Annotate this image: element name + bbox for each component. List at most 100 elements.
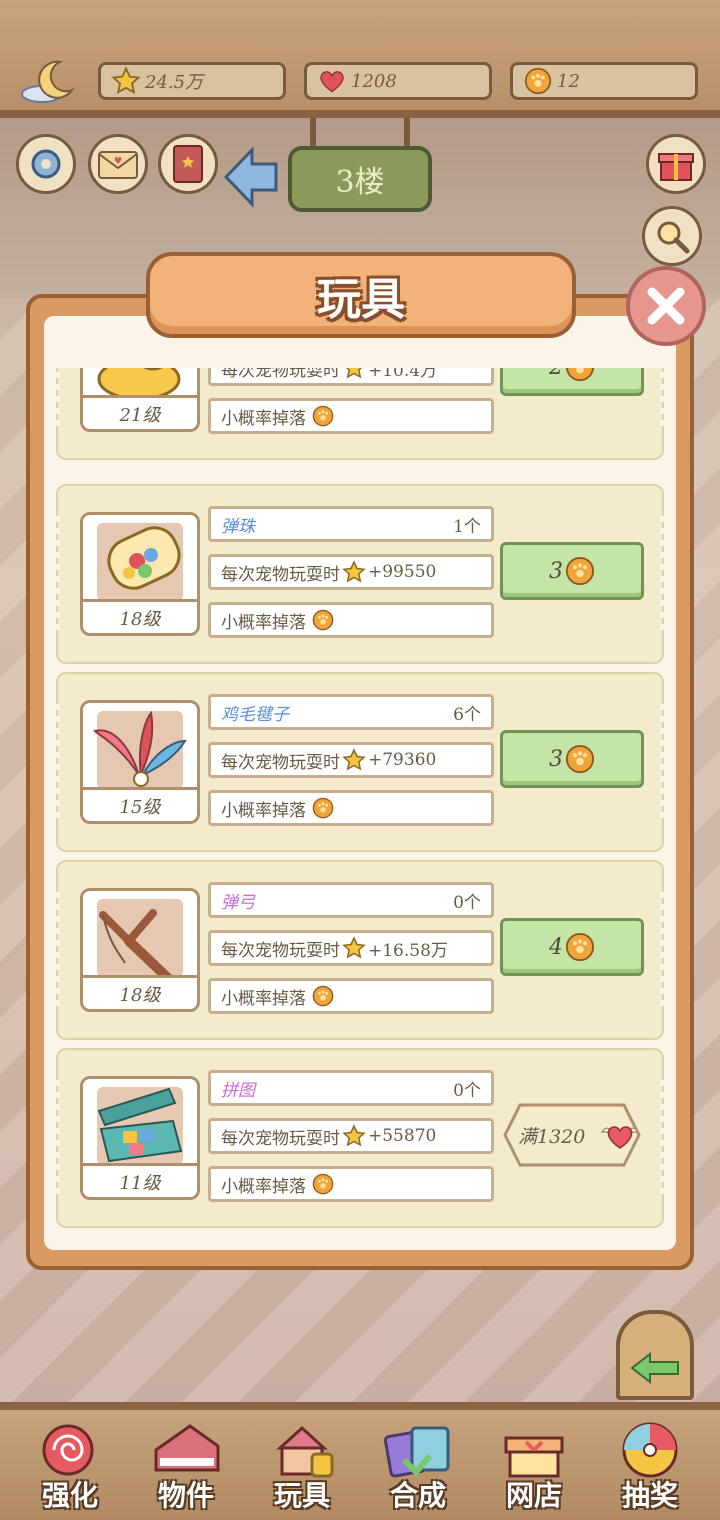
- buy-price: 3: [549, 746, 563, 772]
- nav-item-shop[interactable]: 网店: [484, 1420, 584, 1516]
- paw-coin-icon: [565, 932, 595, 962]
- buy-button[interactable]: 2: [500, 368, 644, 396]
- paw-coin-icon: [312, 405, 334, 427]
- effect-value: +99550: [368, 562, 437, 582]
- nav-label: 物件: [157, 1479, 214, 1512]
- toy-name: 弹弓: [221, 892, 255, 913]
- close-icon: [647, 287, 685, 325]
- buy-button[interactable]: 3: [500, 730, 644, 788]
- nav-item-toys[interactable]: 玩具: [252, 1420, 352, 1516]
- magnifier-button[interactable]: [642, 206, 702, 266]
- toy-name-row: 鸡毛毽子 6个: [208, 694, 494, 730]
- modal-title: 玩具: [317, 274, 405, 325]
- envelope-icon: [98, 151, 138, 179]
- effect-value: +16.58万: [368, 940, 448, 961]
- toy-name: 拼图: [221, 1080, 255, 1101]
- toy-house-icon: [276, 1425, 334, 1478]
- arrow-left-icon[interactable]: [222, 146, 280, 208]
- heart-icon: [317, 66, 347, 96]
- toy-card: 18级 弹弓 0个 每次宠物玩耍时 +16.58万 小概率掉落 4: [54, 860, 666, 1040]
- toy-card: 18级 弹珠 1个 每次宠物玩耍时 +99550 小概率掉落 3: [54, 484, 666, 664]
- paw-coin-icon: [565, 744, 595, 774]
- modal-title-banner: 玩具: [146, 252, 576, 338]
- toy-drop: 小概率掉落: [208, 978, 494, 1014]
- book-icon: [173, 145, 203, 183]
- star-icon: [342, 936, 366, 959]
- toy-effect: 每次宠物玩耍时 +55870: [208, 1118, 494, 1154]
- effect-prefix: 每次宠物玩耍时: [221, 940, 340, 961]
- floor-sign: 3楼: [288, 146, 432, 212]
- shop-icon: [504, 1436, 564, 1478]
- stars-counter: 24.5万: [98, 62, 286, 100]
- toy-thumbnail: 21级: [80, 368, 200, 432]
- unlock-requirement-label: 满1320: [518, 1126, 586, 1148]
- toy-thumbnail: 15级: [80, 700, 200, 824]
- toy-card: 15级 鸡毛毽子 6个 每次宠物玩耍时 +79360 小概率掉落 3: [54, 672, 666, 852]
- gear-icon: [31, 149, 61, 179]
- effect-prefix: 每次宠物玩耍时: [221, 752, 340, 773]
- mail-button[interactable]: [88, 134, 148, 194]
- drop-label: 小概率掉落: [221, 988, 306, 1009]
- moon-icon: [21, 60, 75, 103]
- toy-effect: 每次宠物玩耍时 +99550: [208, 554, 494, 590]
- unlock-requirement-button[interactable]: 满1320: [502, 1102, 642, 1168]
- cards-icon: [383, 1426, 450, 1478]
- paw-coin-icon: [312, 985, 334, 1007]
- drop-label: 小概率掉落: [221, 800, 306, 821]
- toy-level: 21级: [83, 395, 197, 429]
- book-button[interactable]: [158, 134, 218, 194]
- toy-effect: 每次宠物玩耍时 +79360: [208, 742, 494, 778]
- stars-value: 24.5万: [145, 72, 204, 93]
- paw-coin-icon: [565, 556, 595, 586]
- marbles-icon: [107, 526, 181, 590]
- puzzle-box-icon: [97, 1087, 183, 1163]
- toy-level: 15级: [83, 787, 197, 821]
- slingshot-icon: [99, 909, 176, 983]
- buy-button[interactable]: 4: [500, 918, 644, 976]
- paw-coin-icon: [565, 368, 595, 382]
- settings-button[interactable]: [16, 134, 76, 194]
- toy-card: 11级 拼图 0个 每次宠物玩耍时 +55870 小概率掉落 满1320: [54, 1048, 666, 1228]
- toy-thumbnail: 18级: [80, 512, 200, 636]
- exit-door-button[interactable]: [616, 1310, 694, 1400]
- gift-button[interactable]: [646, 134, 706, 194]
- toy-level: 11级: [83, 1163, 197, 1197]
- nav-item-furniture[interactable]: 物件: [136, 1420, 236, 1516]
- toy-count: 6个: [453, 704, 481, 725]
- piano-icon: [154, 1424, 220, 1472]
- nav-item-merge[interactable]: 合成: [368, 1420, 468, 1516]
- nav-label: 合成: [389, 1479, 446, 1512]
- toy-count: 0个: [453, 1080, 481, 1101]
- star-icon: [111, 66, 141, 96]
- nav-item-enhance[interactable]: 强化: [20, 1420, 120, 1516]
- toy-name: 鸡毛毽子: [221, 704, 289, 725]
- toy-name-row: 弹珠 1个: [208, 506, 494, 542]
- star-icon: [345, 368, 363, 379]
- gift-icon: [658, 153, 694, 181]
- toy-drop: 小概率掉落: [208, 602, 494, 638]
- toy-name-row: 拼图 0个: [208, 1070, 494, 1106]
- winged-heart-icon: [600, 1126, 640, 1149]
- star-icon: [342, 1124, 366, 1147]
- buy-button[interactable]: 3: [500, 542, 644, 600]
- nav-label: 抽奖: [621, 1479, 678, 1512]
- floor-label: 3楼: [335, 165, 385, 200]
- drop-label: 小概率掉落: [221, 1176, 306, 1197]
- toy-drop: 小概率掉落: [208, 790, 494, 826]
- effect-prefix: 每次宠物玩耍时: [221, 368, 340, 381]
- toy-count: 1个: [453, 516, 481, 537]
- toy-effect: 每次宠物玩耍时 +16.58万: [208, 930, 494, 966]
- toy-thumbnail: 11级: [80, 1076, 200, 1200]
- wheel-icon: [622, 1422, 678, 1478]
- effect-value: +79360: [368, 750, 437, 770]
- nav-item-lottery[interactable]: 抽奖: [600, 1420, 700, 1516]
- close-button[interactable]: [626, 266, 706, 346]
- paw-coin-icon: [312, 609, 334, 631]
- effect-value: +10.4万: [368, 368, 438, 381]
- effect-prefix: 每次宠物玩耍时: [221, 1128, 340, 1149]
- coins-counter: 12: [510, 62, 698, 100]
- toy-level: 18级: [83, 599, 197, 633]
- drop-label: 小概率掉落: [221, 408, 306, 429]
- toy-drop: 小概率掉落: [208, 1166, 494, 1202]
- buy-price: 2: [549, 368, 563, 380]
